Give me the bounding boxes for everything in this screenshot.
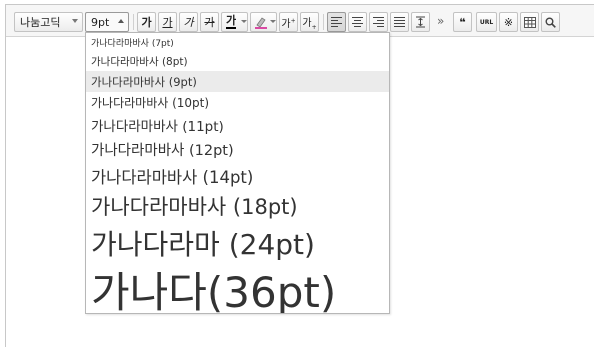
search-icon <box>545 17 556 28</box>
font-size-option-8pt[interactable]: 가나다라마바사 (8pt) <box>86 51 389 71</box>
align-right-button[interactable] <box>369 12 388 32</box>
highlighter-icon <box>255 16 267 29</box>
line-height-button[interactable] <box>411 12 430 32</box>
superscript-icon: 가+ <box>281 17 296 30</box>
font-family-select[interactable]: 나눔고딕 <box>14 12 83 32</box>
table-button[interactable] <box>520 12 539 32</box>
font-size-option-9pt[interactable]: 가나다라마바사 (9pt) <box>86 71 389 92</box>
chevron-down-icon <box>72 19 78 23</box>
italic-icon: 가 <box>183 16 194 29</box>
font-size-option-14pt[interactable]: 가나다라마바사 (14pt) <box>86 162 389 189</box>
special-char-button[interactable]: ※ <box>499 12 518 32</box>
table-icon <box>523 16 536 28</box>
more-tools-icon[interactable]: » <box>437 14 444 28</box>
link-icon: URL <box>479 18 494 26</box>
background-color-button[interactable] <box>250 12 277 32</box>
bold-button[interactable]: 가 <box>137 12 156 32</box>
toolbar-separator <box>323 14 324 30</box>
align-justify-icon <box>394 17 405 27</box>
subscript-button[interactable]: 가+ <box>300 12 319 32</box>
font-size-option-12pt[interactable]: 가나다라마바사 (12pt) <box>86 137 389 162</box>
subscript-icon: 가+ <box>302 17 317 31</box>
font-family-value: 나눔고딕 <box>20 16 61 29</box>
chevron-down-icon <box>270 20 276 23</box>
font-size-option-36pt[interactable]: 가나다(36pt) <box>86 263 389 314</box>
align-right-icon <box>373 17 384 27</box>
align-left-icon <box>331 17 342 27</box>
strikethrough-icon: 가 <box>204 16 215 29</box>
font-size-option-24pt[interactable]: 가나다라마 (24pt) <box>86 223 389 263</box>
align-center-button[interactable] <box>348 12 367 32</box>
chevron-up-icon <box>118 19 124 23</box>
bold-icon: 가 <box>141 16 152 29</box>
underline-icon: 가 <box>162 16 173 29</box>
strikethrough-button[interactable]: 가 <box>200 12 219 32</box>
font-color-button[interactable]: 가 <box>221 12 248 32</box>
url-button[interactable]: URL <box>476 12 497 32</box>
search-button[interactable] <box>541 12 560 32</box>
special-char-icon: ※ <box>503 15 514 29</box>
quote-button[interactable]: ❝ <box>453 12 472 32</box>
align-left-button[interactable] <box>327 12 346 32</box>
quote-icon: ❝ <box>459 15 466 29</box>
line-height-icon <box>416 16 425 28</box>
chevron-down-icon <box>241 20 247 23</box>
font-size-option-18pt[interactable]: 가나다라마바사 (18pt) <box>86 189 389 223</box>
underline-button[interactable]: 가 <box>158 12 177 32</box>
toolbar-separator <box>133 14 134 30</box>
font-size-option-7pt[interactable]: 가나다라마바사 (7pt) <box>86 33 389 51</box>
font-size-dropdown: 가나다라마바사 (7pt) 가나다라마바사 (8pt) 가나다라마바사 (9pt… <box>85 32 390 314</box>
align-justify-button[interactable] <box>390 12 409 32</box>
font-size-value: 9pt <box>91 15 110 29</box>
superscript-button[interactable]: 가+ <box>279 12 298 32</box>
font-size-option-10pt[interactable]: 가나다라마바사 (10pt) <box>86 92 389 113</box>
font-size-option-11pt[interactable]: 가나다라마바사 (11pt) <box>86 113 389 137</box>
italic-button[interactable]: 가 <box>179 12 198 32</box>
align-center-icon <box>352 17 363 27</box>
font-size-select[interactable]: 9pt <box>85 12 129 32</box>
font-color-icon: 가 <box>226 14 237 29</box>
